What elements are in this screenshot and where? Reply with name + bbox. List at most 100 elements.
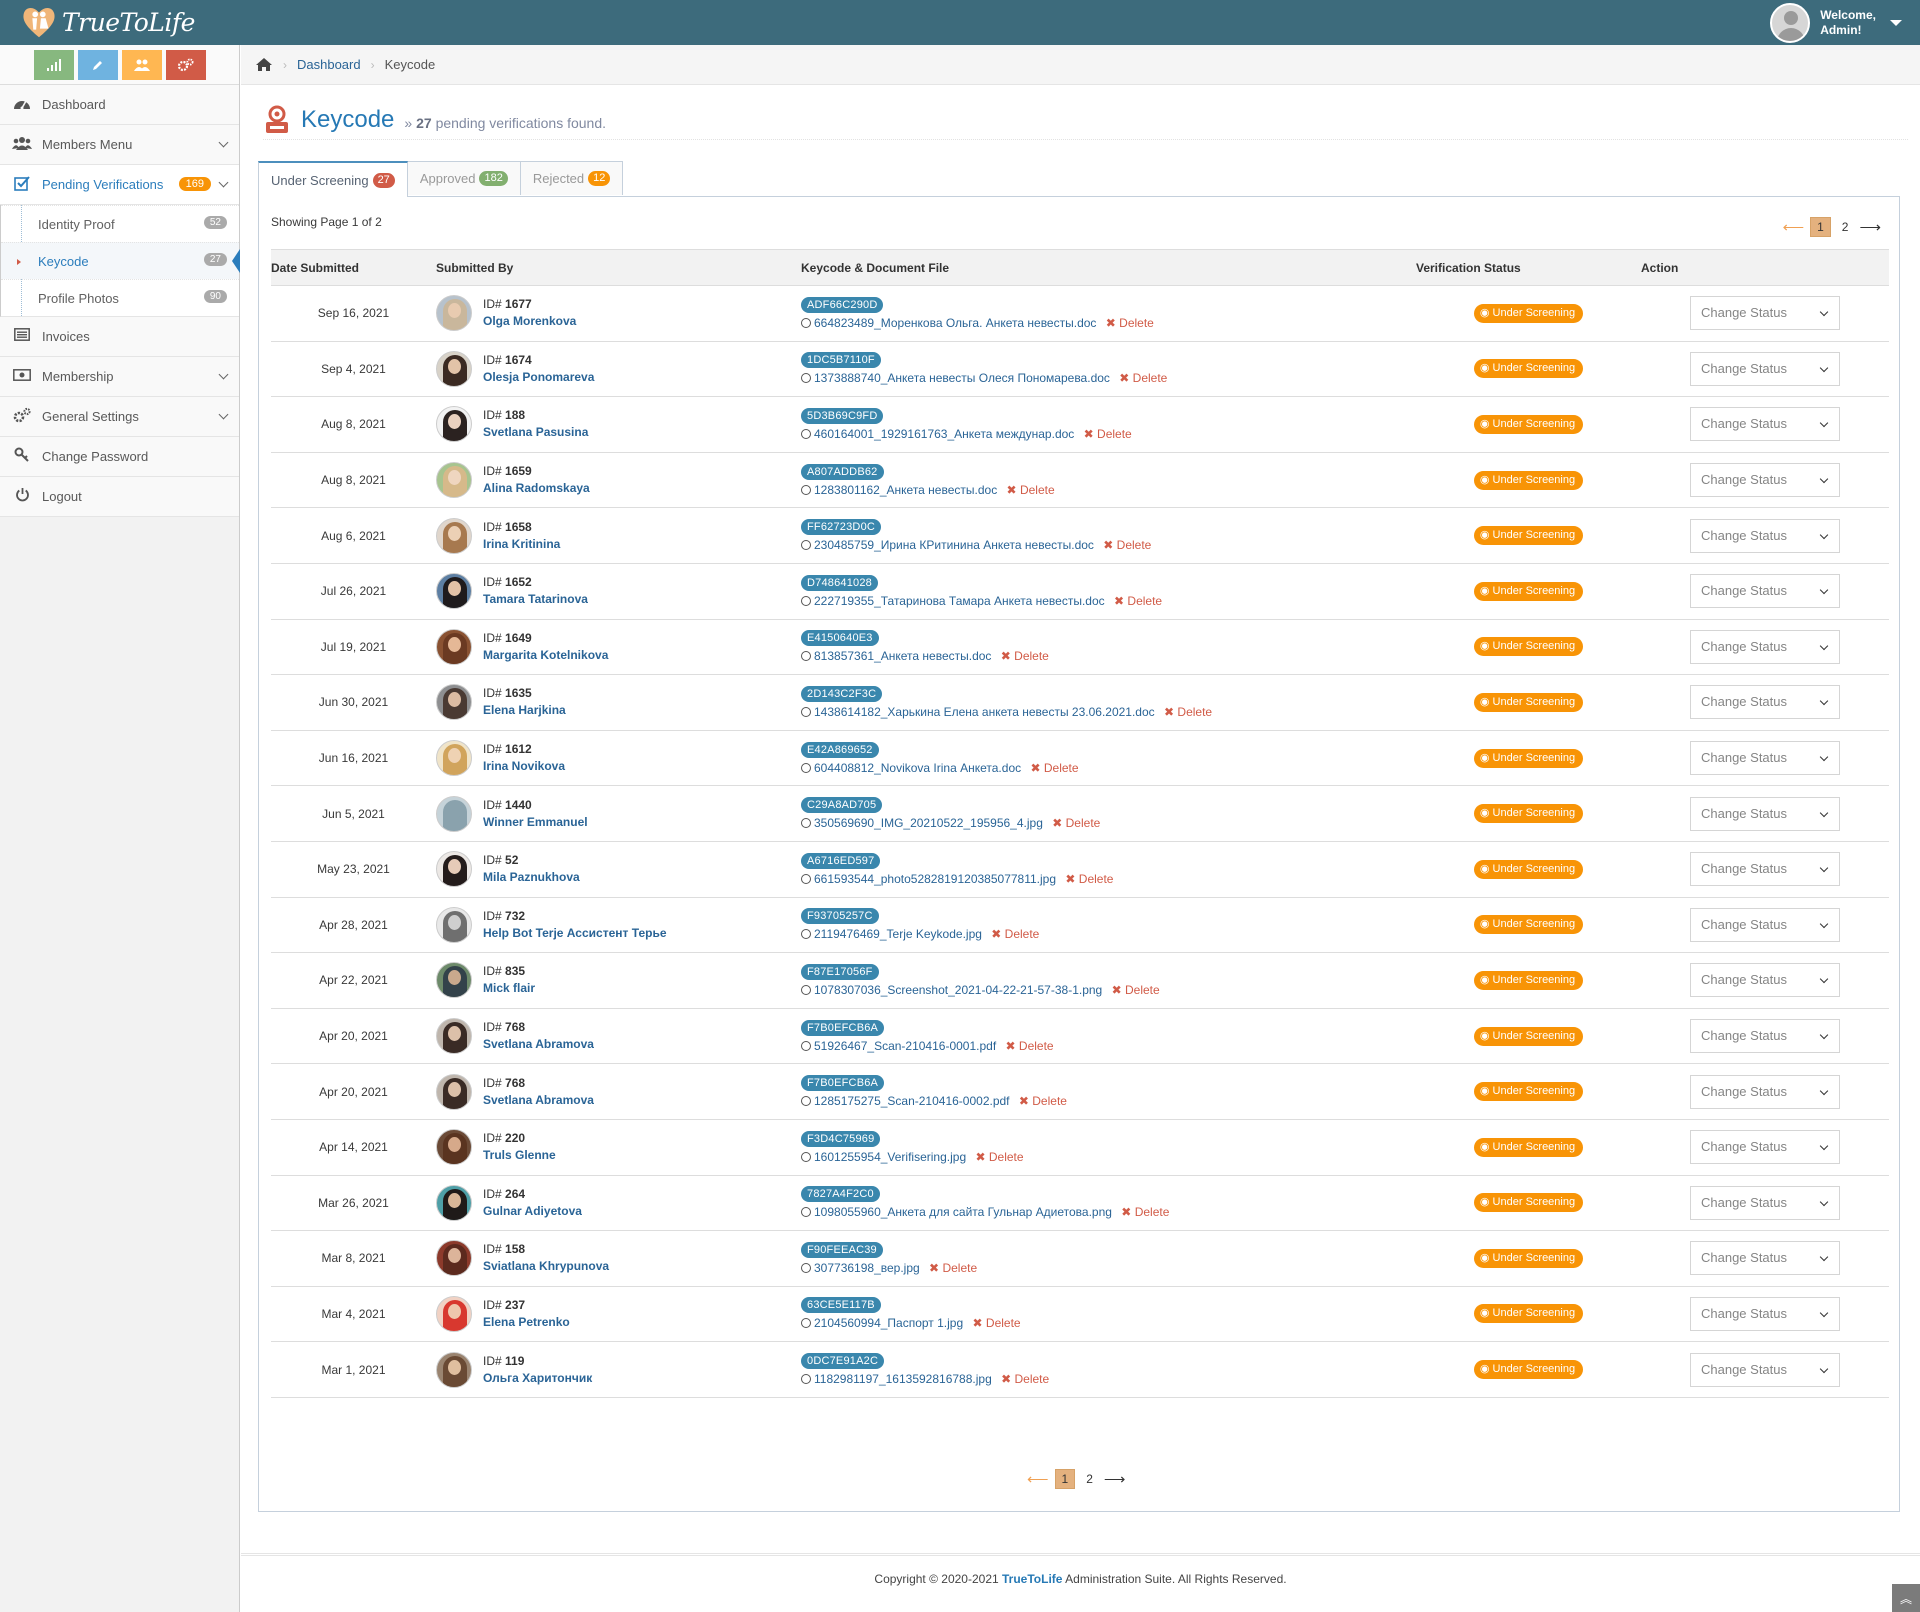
sidebar-item-change-password[interactable]: Change Password <box>0 437 239 477</box>
scroll-to-top-button[interactable]: ︽ <box>1892 1584 1920 1612</box>
document-file-link[interactable]: 664823489_Моренкова Ольга. Анкета невест… <box>814 316 1096 330</box>
column-header[interactable]: Date Submitted <box>271 249 436 286</box>
document-file-link[interactable]: 222719355_Татаринова Тамара Анкета невес… <box>814 594 1105 608</box>
delete-link[interactable]: ✖ Delete <box>1103 538 1151 552</box>
change-status-select[interactable]: Change Status <box>1690 963 1840 998</box>
avatar[interactable] <box>436 740 472 777</box>
delete-link[interactable]: ✖ Delete <box>1006 1039 1054 1053</box>
document-file-link[interactable]: 1182981197_1613592816788.jpg <box>814 1372 992 1386</box>
avatar[interactable] <box>436 295 472 332</box>
column-header[interactable]: Verification Status <box>1416 249 1641 286</box>
avatar[interactable] <box>436 628 472 665</box>
delete-link[interactable]: ✖ Delete <box>975 1150 1023 1164</box>
tab-under-screening[interactable]: Under Screening 27 <box>258 161 408 197</box>
shortcut-users-button[interactable] <box>121 49 162 80</box>
change-status-select[interactable]: Change Status <box>1690 796 1840 831</box>
change-status-select[interactable]: Change Status <box>1690 1241 1840 1276</box>
member-name-link[interactable]: Alina Radomskaya <box>483 481 590 495</box>
member-name-link[interactable]: Svetlana Pasusina <box>483 425 588 439</box>
document-file-link[interactable]: 1438614182_Харькина Елена анкета невесты… <box>814 705 1155 719</box>
sidebar-item-members-menu[interactable]: Members Menu <box>0 125 239 165</box>
sidebar-item-identity-proof[interactable]: Identity Proof 52 <box>1 205 239 242</box>
column-header[interactable]: Action <box>1641 249 1889 286</box>
document-file-link[interactable]: 2119476469_Terje Keykode.jpg <box>814 927 982 941</box>
document-file-link[interactable]: 1098055960_Анкета для сайта Гульнар Адие… <box>814 1205 1112 1219</box>
member-name-link[interactable]: Winner Emmanuel <box>483 815 588 829</box>
page-2-button[interactable]: 2 <box>1081 1470 1098 1488</box>
sidebar-item-dashboard[interactable]: Dashboard <box>0 85 239 125</box>
avatar[interactable] <box>436 1129 472 1166</box>
delete-link[interactable]: ✖ Delete <box>929 1261 977 1275</box>
avatar[interactable] <box>436 406 472 443</box>
document-file-link[interactable]: 51926467_Scan-210416-0001.pdf <box>814 1039 996 1053</box>
document-file-link[interactable]: 2104560994_Паспорт 1.jpg <box>814 1316 963 1330</box>
change-status-select[interactable]: Change Status <box>1690 685 1840 720</box>
avatar[interactable] <box>436 573 472 610</box>
change-status-select[interactable]: Change Status <box>1690 351 1840 386</box>
footer-brand-link[interactable]: TrueToLife <box>1002 1572 1062 1586</box>
document-file-link[interactable]: 661593544_photo5282819120385077811.jpg <box>814 872 1056 886</box>
document-file-link[interactable]: 813857361_Анкета невесты.doc <box>814 649 991 663</box>
sidebar-item-pending-verifications[interactable]: Pending Verifications 169 <box>0 165 239 205</box>
delete-link[interactable]: ✖ Delete <box>1019 1094 1067 1108</box>
change-status-select[interactable]: Change Status <box>1690 1074 1840 1109</box>
avatar[interactable] <box>436 350 472 387</box>
change-status-select[interactable]: Change Status <box>1690 629 1840 664</box>
delete-link[interactable]: ✖ Delete <box>1084 427 1132 441</box>
brand-logo[interactable]: TrueToLife <box>20 3 195 41</box>
member-name-link[interactable]: Margarita Kotelnikova <box>483 648 608 662</box>
delete-link[interactable]: ✖ Delete <box>1007 483 1055 497</box>
change-status-select[interactable]: Change Status <box>1690 741 1840 776</box>
page-1-button[interactable]: 1 <box>1810 217 1831 237</box>
member-name-link[interactable]: Gulnar Adiyetova <box>483 1204 582 1218</box>
next-page-arrow-icon[interactable]: ⟶ <box>1859 218 1881 236</box>
change-status-select[interactable]: Change Status <box>1690 407 1840 442</box>
member-name-link[interactable]: Mila Paznukhova <box>483 870 580 884</box>
tab-approved[interactable]: Approved 182 <box>406 161 521 195</box>
avatar[interactable] <box>436 517 472 554</box>
document-file-link[interactable]: 1078307036_Screenshot_2021-04-22-21-57-3… <box>814 983 1102 997</box>
document-file-link[interactable]: 1285175275_Scan-210416-0002.pdf <box>814 1094 1010 1108</box>
delete-link[interactable]: ✖ Delete <box>973 1316 1021 1330</box>
delete-link[interactable]: ✖ Delete <box>991 927 1039 941</box>
change-status-select[interactable]: Change Status <box>1690 1185 1840 1220</box>
avatar[interactable] <box>436 1018 472 1055</box>
member-name-link[interactable]: Mick flair <box>483 981 535 995</box>
change-status-select[interactable]: Change Status <box>1690 518 1840 553</box>
member-name-link[interactable]: Irina Novikova <box>483 759 565 773</box>
delete-link[interactable]: ✖ Delete <box>1052 816 1100 830</box>
member-name-link[interactable]: Sviatlana Khrypunova <box>483 1259 609 1273</box>
change-status-select[interactable]: Change Status <box>1690 1296 1840 1331</box>
next-page-arrow-icon[interactable]: ⟶ <box>1104 1470 1126 1488</box>
change-status-select[interactable]: Change Status <box>1690 463 1840 498</box>
prev-page-arrow-icon[interactable]: ⟵ <box>1783 218 1805 236</box>
member-name-link[interactable]: Tamara Tatarinova <box>483 592 588 606</box>
member-name-link[interactable]: Svetlana Abramova <box>483 1037 594 1051</box>
shortcut-stats-button[interactable] <box>33 49 74 80</box>
prev-page-arrow-icon[interactable]: ⟵ <box>1027 1470 1049 1488</box>
avatar[interactable] <box>436 962 472 999</box>
sidebar-item-logout[interactable]: Logout <box>0 477 239 517</box>
home-icon[interactable] <box>255 57 273 72</box>
shortcut-settings-button[interactable] <box>165 49 206 80</box>
document-file-link[interactable]: 230485759_Ирина КРитинина Анкета невесты… <box>814 538 1094 552</box>
document-file-link[interactable]: 604408812_Novikova Irina Анкета.doc <box>814 761 1021 775</box>
avatar[interactable] <box>436 1240 472 1277</box>
change-status-select[interactable]: Change Status <box>1690 1352 1840 1387</box>
member-name-link[interactable]: Truls Glenne <box>483 1148 556 1162</box>
change-status-select[interactable]: Change Status <box>1690 574 1840 609</box>
delete-link[interactable]: ✖ Delete <box>1119 371 1167 385</box>
sidebar-item-membership[interactable]: Membership <box>0 357 239 397</box>
document-file-link[interactable]: 1373888740_Анкета невесты Олеся Пономаре… <box>814 371 1110 385</box>
member-name-link[interactable]: Ольга Харитончик <box>483 1371 592 1385</box>
delete-link[interactable]: ✖ Delete <box>1164 705 1212 719</box>
delete-link[interactable]: ✖ Delete <box>1112 983 1160 997</box>
delete-link[interactable]: ✖ Delete <box>1121 1205 1169 1219</box>
delete-link[interactable]: ✖ Delete <box>1001 1372 1049 1386</box>
sidebar-item-general-settings[interactable]: General Settings <box>0 397 239 437</box>
member-name-link[interactable]: Elena Petrenko <box>483 1315 570 1329</box>
delete-link[interactable]: ✖ Delete <box>1001 649 1049 663</box>
avatar[interactable] <box>436 462 472 499</box>
delete-link[interactable]: ✖ Delete <box>1030 761 1078 775</box>
document-file-link[interactable]: 307736198_вер.jpg <box>814 1261 920 1275</box>
